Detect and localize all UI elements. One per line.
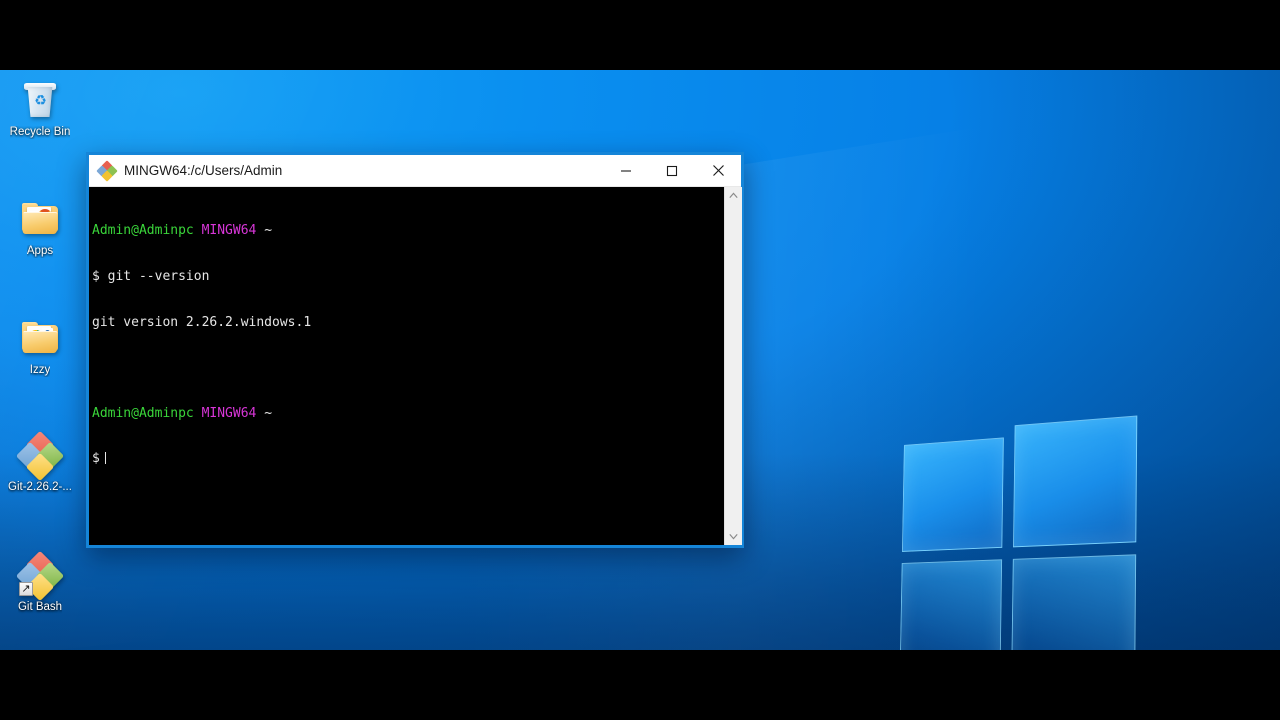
prompt-path: ~ <box>264 405 273 421</box>
chevron-up-icon <box>728 192 738 198</box>
git-logo-icon <box>15 430 65 482</box>
scroll-up-button[interactable] <box>724 187 742 204</box>
desktop-icon-git-bash[interactable]: ↗ Git Bash <box>4 550 76 614</box>
terminal-line: git version 2.26.2.windows.1 <box>92 315 724 330</box>
desktop-icon-izzy[interactable]: Izzy <box>4 316 76 377</box>
terminal-line: Admin@Adminpc MINGW64 ~ <box>92 406 724 421</box>
terminal-line: $ <box>92 451 724 466</box>
close-button[interactable] <box>695 155 741 187</box>
git-bash-icon <box>96 159 118 182</box>
window-title: MINGW64:/c/Users/Admin <box>124 163 283 178</box>
terminal-scrollbar[interactable] <box>724 187 742 545</box>
chevron-down-icon <box>728 534 738 540</box>
folder-icon <box>18 316 62 360</box>
desktop-icon-apps[interactable]: Apps <box>4 197 76 258</box>
folder-icon <box>18 197 62 241</box>
desktop-icon-label: Apps <box>26 245 54 257</box>
prompt-shell: MINGW64 <box>201 405 257 421</box>
maximize-icon <box>666 165 678 176</box>
shortcut-arrow-icon: ↗ <box>19 582 33 596</box>
desktop-icon-label: Recycle Bin <box>9 126 71 138</box>
scroll-down-button[interactable] <box>724 528 742 545</box>
terminal-area: Admin@Adminpc MINGW64 ~ $ git --version … <box>89 187 742 545</box>
prompt-user: Admin@Adminpc <box>92 405 194 421</box>
desktop-icon-git-installer[interactable]: Git-2.26.2-... <box>4 430 76 494</box>
letterbox-bottom <box>0 650 1280 720</box>
windows-logo-pane-top-right <box>1013 415 1138 548</box>
desktop-icon-label: Git Bash <box>17 601 63 613</box>
windows-logo-icon <box>891 407 1145 650</box>
git-bash-window[interactable]: MINGW64:/c/Users/Admin Admin@Adminpc MIN… <box>86 152 744 548</box>
desktop-icon-label: Git-2.26.2-... <box>8 481 72 493</box>
prompt-user: Admin@Adminpc <box>92 223 194 239</box>
prompt-sigil: $ <box>92 451 100 467</box>
minimize-button[interactable] <box>603 155 649 187</box>
prompt-path: ~ <box>264 223 273 239</box>
minimize-icon <box>621 169 631 172</box>
close-icon <box>712 165 724 176</box>
terminal-line: Admin@Adminpc MINGW64 ~ <box>92 223 724 238</box>
terminal-output[interactable]: Admin@Adminpc MINGW64 ~ $ git --version … <box>89 187 724 545</box>
terminal-command: git --version <box>107 269 210 284</box>
desktop-icon-label: Izzy <box>29 364 51 376</box>
letterbox-top <box>0 0 1280 70</box>
windows-logo-pane-bottom-right <box>1011 554 1137 650</box>
text-cursor <box>104 452 106 465</box>
prompt-shell: MINGW64 <box>201 223 257 239</box>
desktop-icon-recycle-bin[interactable]: ♻ Recycle Bin <box>4 78 76 139</box>
terminal-line: $ git --version <box>92 269 724 284</box>
windows-logo-pane-bottom-left <box>899 559 1003 650</box>
screen-root: ♻ Recycle Bin Apps Izzy Git-2.26.2-... ↗… <box>0 0 1280 720</box>
windows-logo-pane-top-left <box>901 437 1004 552</box>
terminal-output-text: git version 2.26.2.windows.1 <box>92 314 312 330</box>
git-logo-icon: ↗ <box>15 550 65 602</box>
recycle-bin-icon: ♻ <box>18 78 62 122</box>
prompt-sigil: $ <box>92 269 100 284</box>
maximize-button[interactable] <box>649 155 695 187</box>
scrollbar-track[interactable] <box>724 204 742 528</box>
window-title-bar[interactable]: MINGW64:/c/Users/Admin <box>89 155 741 187</box>
